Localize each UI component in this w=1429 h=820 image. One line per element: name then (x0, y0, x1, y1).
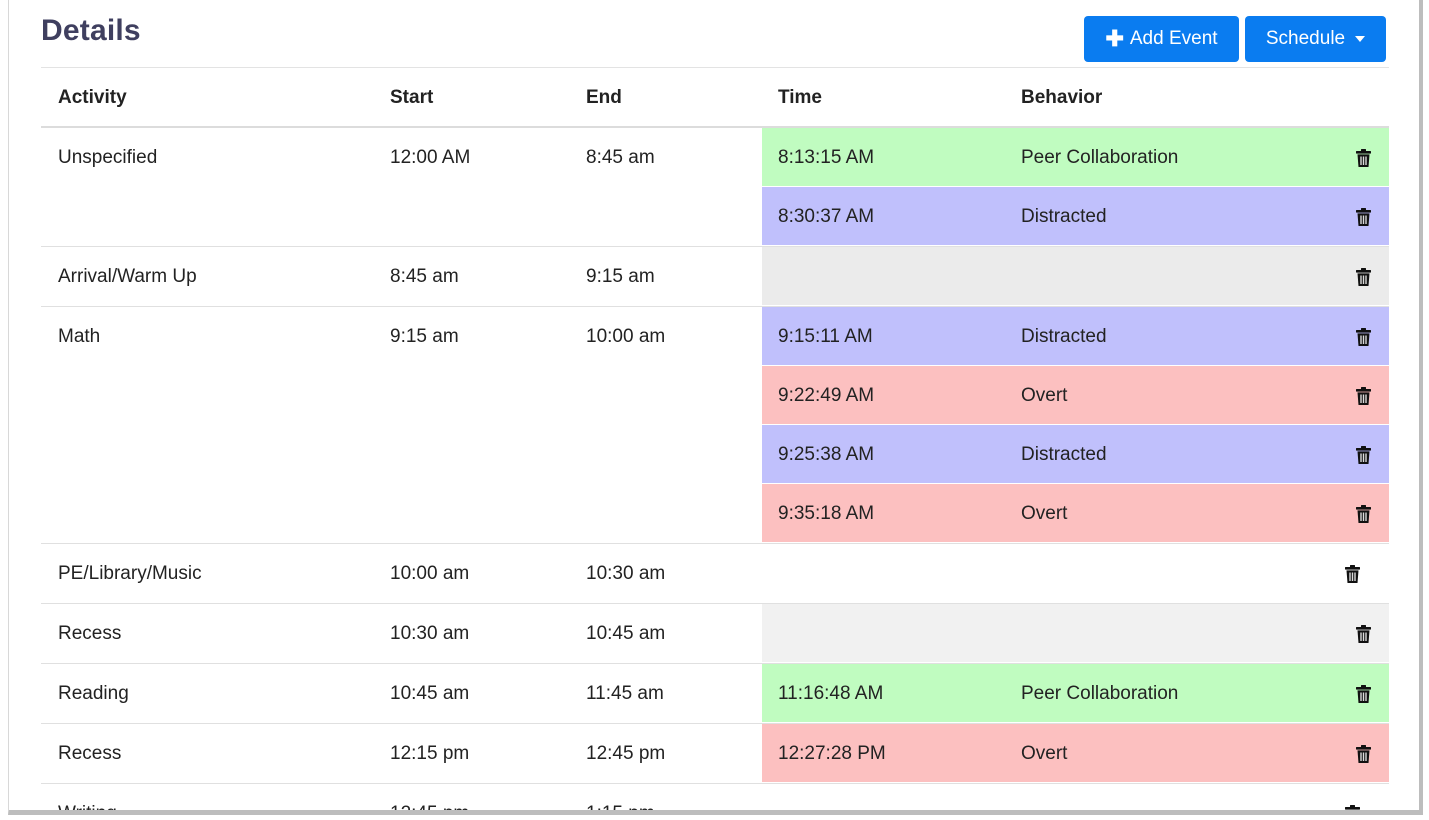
table-row: Arrival/Warm Up 8:45 am 9:15 am (41, 247, 1389, 307)
end-cell: 12:45 pm (586, 743, 666, 764)
column-header-activity: Activity (58, 87, 127, 108)
event-row: 9:22:49 AM Overt (762, 366, 1389, 425)
activity-cell: PE/Library/Music (58, 563, 202, 584)
activity-cell: Recess (58, 743, 122, 764)
trash-icon[interactable] (1356, 328, 1371, 346)
page-title: Details (41, 14, 141, 47)
end-cell: 10:45 am (586, 623, 666, 644)
event-row: 9:35:18 AM Overt (762, 484, 1389, 543)
end-cell: 11:45 am (586, 683, 664, 704)
trash-icon[interactable] (1356, 446, 1371, 464)
end-cell: 1:15 pm (586, 803, 655, 815)
add-event-button[interactable]: ✚ Add Event (1084, 16, 1239, 62)
activity-cell: Writing (58, 803, 117, 815)
table-row: PE/Library/Music 10:00 am 10:30 am (41, 544, 1389, 604)
end-cell: 10:30 am (586, 563, 666, 584)
event-time: 12:27:28 PM (778, 743, 886, 764)
event-behavior: Distracted (1021, 326, 1107, 347)
table-row: Recess 12:15 pm 12:45 pm 12:27:28 PM Overt (41, 724, 1389, 784)
trash-icon[interactable] (1356, 505, 1371, 523)
event-time: 11:16:48 AM (778, 683, 884, 704)
trash-icon[interactable] (1345, 565, 1360, 583)
caret-down-icon (1355, 36, 1366, 42)
event-row (762, 247, 1389, 306)
table-row: Math 9:15 am 10:00 am 9:15:11 AM Distracted 9… (41, 307, 1389, 544)
activity-cell: Arrival/Warm Up (58, 266, 197, 287)
event-row: 12:27:28 PM Overt (762, 724, 1389, 783)
event-behavior: Distracted (1021, 206, 1107, 227)
trash-icon[interactable] (1356, 745, 1371, 763)
start-cell: 12:15 pm (390, 743, 470, 764)
end-cell: 10:00 am (586, 326, 666, 347)
event-time: 9:22:49 AM (778, 385, 875, 406)
activity-cell: Unspecified (58, 147, 158, 168)
table-row: Recess 10:30 am 10:45 am (41, 604, 1389, 664)
event-time: 9:25:38 AM (778, 444, 875, 465)
event-row: 8:13:15 AM Peer Collaboration (762, 128, 1389, 187)
table-row: Unspecified 12:00 AM 8:45 am 8:13:15 AM Peer… (41, 128, 1389, 247)
event-list: 11:16:48 AM Peer Collaboration (762, 664, 1389, 723)
event-behavior: Overt (1021, 385, 1068, 406)
event-time: 8:13:15 AM (778, 147, 875, 168)
event-row: 9:25:38 AM Distracted (762, 425, 1389, 484)
start-cell: 8:45 am (390, 266, 459, 287)
start-cell: 12:45 pm (390, 803, 470, 815)
schedule-dropdown-button[interactable]: Schedule (1245, 16, 1386, 62)
event-behavior: Overt (1021, 503, 1068, 524)
trash-icon[interactable] (1356, 387, 1371, 405)
start-cell: 10:00 am (390, 563, 470, 584)
event-row (762, 604, 1389, 663)
activity-cell: Math (58, 326, 101, 347)
table-header: Activity Start End Time Behavior (41, 68, 1389, 128)
schedule-label: Schedule (1265, 28, 1346, 49)
plus-icon: ✚ (1105, 26, 1124, 51)
event-list: 9:15:11 AM Distracted 9:22:49 AM Overt 9:25:… (762, 307, 1389, 543)
event-row: 9:15:11 AM Distracted (762, 307, 1389, 366)
table-row: Writing 12:45 pm 1:15 pm (41, 784, 1389, 815)
trash-icon[interactable] (1356, 149, 1371, 167)
column-header-start: Start (390, 87, 434, 108)
event-behavior: Peer Collaboration (1021, 683, 1179, 704)
event-behavior: Overt (1021, 743, 1068, 764)
start-cell: 10:30 am (390, 623, 470, 644)
start-cell: 9:15 am (390, 326, 459, 347)
activity-cell: Recess (58, 623, 122, 644)
activity-cell: Reading (58, 683, 129, 704)
event-row: 11:16:48 AM Peer Collaboration (762, 664, 1389, 723)
event-behavior: Distracted (1021, 444, 1107, 465)
event-time: 8:30:37 AM (778, 206, 875, 227)
event-time: 9:35:18 AM (778, 503, 875, 524)
start-cell: 12:00 AM (390, 147, 471, 168)
event-time: 9:15:11 AM (778, 326, 873, 347)
column-header-time: Time (778, 87, 823, 108)
event-list (762, 247, 1389, 306)
column-header-end: End (586, 87, 622, 108)
event-row: 8:30:37 AM Distracted (762, 187, 1389, 246)
table-row: Reading 10:45 am 11:45 am 11:16:48 AM Peer C… (41, 664, 1389, 724)
trash-icon[interactable] (1356, 208, 1371, 226)
schedule-table-body: Unspecified 12:00 AM 8:45 am 8:13:15 AM Peer… (41, 128, 1389, 815)
details-panel: Details ✚ Add Event Schedule Activity St… (8, 0, 1423, 815)
trash-icon[interactable] (1345, 805, 1360, 810)
trash-icon[interactable] (1356, 625, 1371, 643)
event-behavior: Peer Collaboration (1021, 147, 1179, 168)
event-list: 12:27:28 PM Overt (762, 724, 1389, 783)
event-list (762, 604, 1389, 663)
end-cell: 9:15 am (586, 266, 655, 287)
end-cell: 8:45 am (586, 147, 655, 168)
event-list: 8:13:15 AM Peer Collaboration 8:30:37 AM Di… (762, 128, 1389, 246)
trash-icon[interactable] (1356, 685, 1371, 703)
add-event-label: Add Event (1129, 28, 1218, 49)
column-header-behavior: Behavior (1021, 87, 1103, 108)
trash-icon[interactable] (1356, 268, 1371, 286)
start-cell: 10:45 am (390, 683, 470, 704)
